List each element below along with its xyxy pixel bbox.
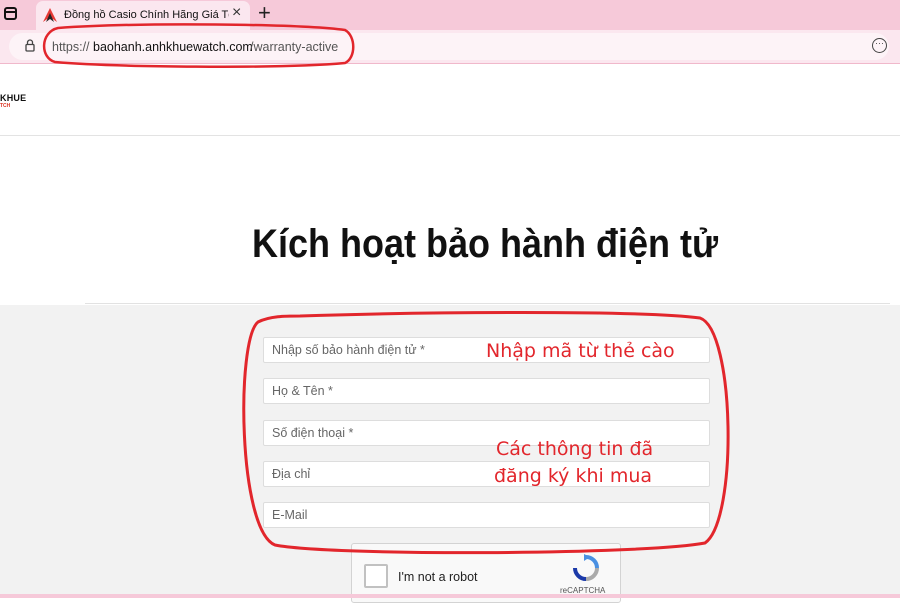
site-favicon-icon: [42, 7, 58, 23]
annotation-code-hint: Nhập mã từ thẻ cào: [486, 340, 675, 362]
recaptcha-logo-icon: [571, 554, 601, 582]
site-logo-subtitle: TCH: [0, 103, 10, 109]
lock-icon[interactable]: [25, 39, 35, 52]
email-input[interactable]: [264, 503, 709, 527]
new-tab-button[interactable]: +: [258, 0, 271, 26]
recaptcha-checkbox[interactable]: [364, 564, 388, 588]
full-name-field[interactable]: [263, 378, 710, 404]
recaptcha-label: I'm not a robot: [398, 570, 478, 584]
tab-close-icon[interactable]: ×: [232, 4, 241, 22]
more-options-icon[interactable]: ···: [872, 38, 887, 53]
page-title: Kích hoạt bảo hành điện tử: [49, 222, 900, 267]
divider: [85, 303, 890, 304]
site-logo[interactable]: KHUE: [0, 93, 26, 103]
annotation-info-hint-line1: Các thông tin đã: [496, 438, 653, 460]
site-header: [0, 64, 900, 136]
url-host[interactable]: baohanh.anhkhuewatch.com: [93, 40, 253, 54]
annotation-info-hint-line2: đăng ký khi mua: [494, 465, 652, 487]
bottom-strip: [0, 594, 900, 598]
tab-title: Đồng hồ Casio Chính Hãng Giá Tố: [64, 9, 229, 21]
browser-tab[interactable]: Đồng hồ Casio Chính Hãng Giá Tố ×: [36, 1, 250, 30]
url-protocol[interactable]: https://: [52, 40, 90, 54]
url-path[interactable]: /warranty-active: [250, 40, 338, 54]
tab-actions-icon[interactable]: [4, 7, 17, 20]
full-name-input[interactable]: [264, 379, 709, 403]
email-field[interactable]: [263, 502, 710, 528]
